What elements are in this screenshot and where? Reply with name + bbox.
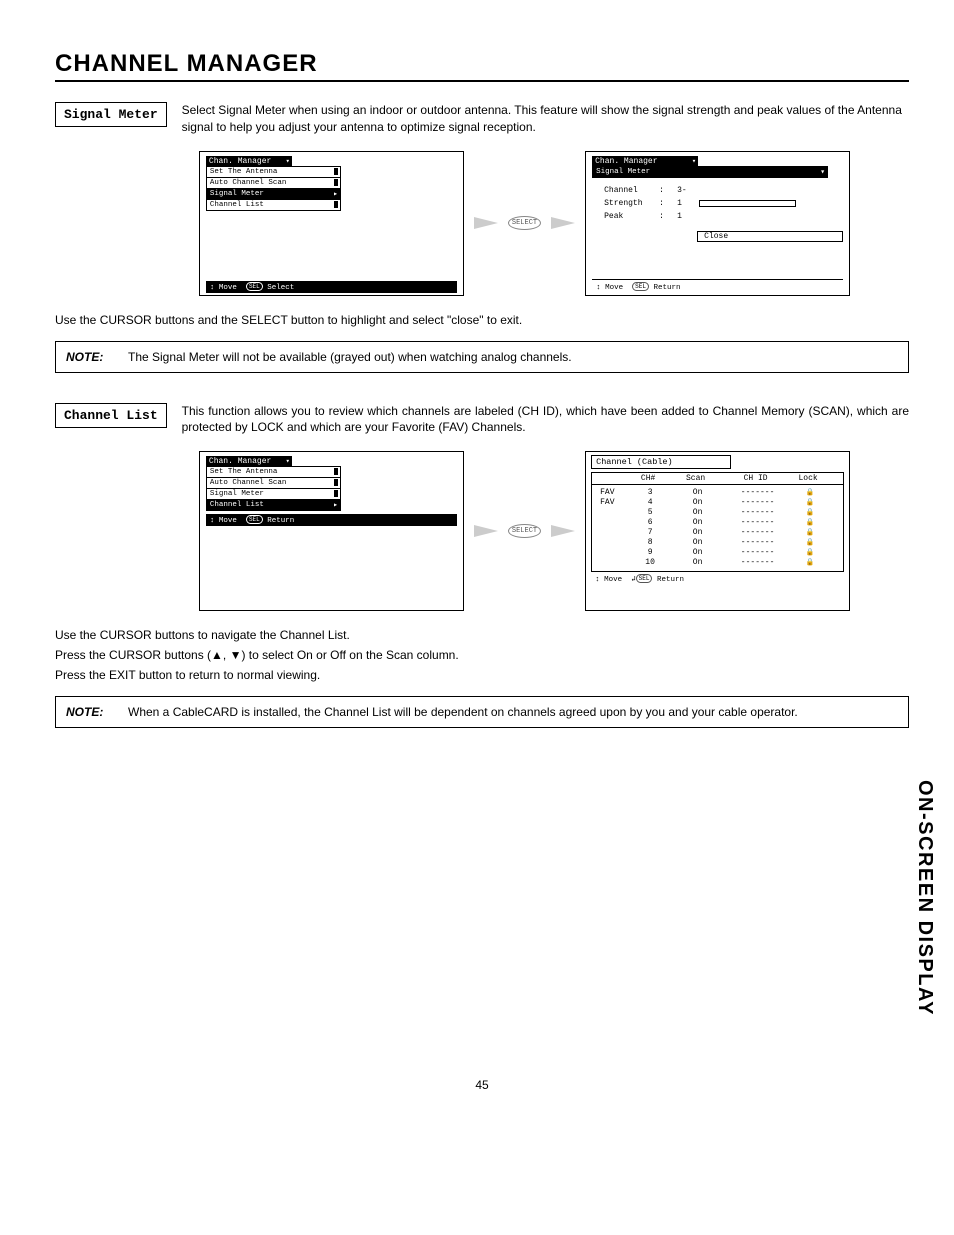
hint-bar: ↕ Move ↲SEL Return: [591, 572, 844, 584]
table-row[interactable]: 10On-------🔒: [592, 557, 843, 567]
exit-instruction: Use the CURSOR buttons and the SELECT bu…: [55, 311, 909, 329]
nav-text-2: Press the CURSOR buttons (▲, ▼) to selec…: [55, 646, 909, 664]
table-row[interactable]: 8On-------🔒: [592, 537, 843, 547]
channel-table-body: FAV3On-------🔒FAV4On-------🔒5On-------🔒6…: [591, 485, 844, 572]
note-box-1: NOTE: The Signal Meter will not be avail…: [55, 341, 909, 373]
note-text: When a CableCARD is installed, the Chann…: [128, 703, 798, 721]
channel-list-label: Channel List: [55, 403, 167, 428]
menu-item-channellist[interactable]: Channel List: [206, 199, 341, 211]
table-row[interactable]: 5On-------🔒: [592, 507, 843, 517]
page-number: 45: [55, 1078, 909, 1092]
title-rule: [55, 80, 909, 82]
side-label: ON-SCREEN DISPLAY: [913, 780, 936, 1016]
select-button-icon: SELECT: [508, 216, 541, 230]
result-subheader: Signal Meter▾: [592, 166, 828, 178]
table-row[interactable]: FAV4On-------🔒: [592, 497, 843, 507]
table-row[interactable]: 9On-------🔒: [592, 547, 843, 557]
note-box-2: NOTE: When a CableCARD is installed, the…: [55, 696, 909, 728]
channel-list-result-screen: Channel (Cable) CH# Scan CH ID Lock FAV3…: [585, 451, 850, 611]
dropdown-icon: ▾: [820, 167, 825, 177]
arrow-icon: [551, 525, 575, 537]
strength-bar: [699, 200, 796, 207]
signal-meter-desc: Select Signal Meter when using an indoor…: [182, 102, 909, 136]
table-row[interactable]: 7On-------🔒: [592, 527, 843, 537]
menu-screen-2: Chan. Manager▾ Set The Antenna Auto Chan…: [199, 451, 464, 611]
page-title: CHANNEL MANAGER: [55, 50, 909, 78]
channel-list-desc: This function allows you to review which…: [182, 403, 909, 437]
table-row[interactable]: 6On-------🔒: [592, 517, 843, 527]
channel-list-screens: Chan. Manager▾ Set The Antenna Auto Chan…: [140, 451, 909, 611]
submenu-arrow-icon: ▸: [333, 500, 338, 510]
signal-meter-label: Signal Meter: [55, 102, 167, 127]
table-row[interactable]: FAV3On-------🔒: [592, 487, 843, 497]
dropdown-icon: ▾: [286, 157, 290, 166]
note-label: NOTE:: [66, 703, 116, 721]
channel-list-section: Channel List This function allows you to…: [55, 403, 909, 437]
signal-row-strength: Strength:1: [604, 199, 843, 208]
nav-text-1: Use the CURSOR buttons to navigate the C…: [55, 626, 909, 644]
hint-bar: ↕ Move SEL Return: [592, 279, 843, 293]
channel-table-header: CH# Scan CH ID Lock: [591, 472, 844, 485]
nav-text-3: Press the EXIT button to return to norma…: [55, 666, 909, 684]
signal-row-channel: Channel:3-: [604, 186, 843, 195]
hint-bar: ↕ Move SEL Return: [206, 514, 457, 526]
channel-table-title: Channel (Cable): [591, 455, 731, 469]
note-text: The Signal Meter will not be available (…: [128, 348, 572, 366]
dropdown-icon: ▾: [286, 457, 290, 466]
signal-row-peak: Peak:1: [604, 212, 843, 221]
menu-screen-1: Chan. Manager▾ Set The Antenna Auto Chan…: [199, 151, 464, 296]
dropdown-icon: ▾: [692, 157, 696, 166]
signal-meter-screens: Chan. Manager▾ Set The Antenna Auto Chan…: [140, 151, 909, 296]
note-label: NOTE:: [66, 348, 116, 366]
submenu-arrow-icon: ▸: [333, 189, 338, 199]
arrow-icon: [474, 525, 498, 537]
hint-bar: ↕ Move SEL Select: [206, 281, 457, 293]
arrow-icon: [551, 217, 575, 229]
arrow-icon: [474, 217, 498, 229]
signal-meter-section: Signal Meter Select Signal Meter when us…: [55, 102, 909, 136]
select-button-icon: SELECT: [508, 524, 541, 538]
menu-item-channellist[interactable]: Channel List▸: [206, 499, 341, 511]
close-button[interactable]: Close: [697, 231, 843, 242]
signal-meter-result-screen: Chan. Manager▾ Signal Meter▾ Channel:3- …: [585, 151, 850, 296]
